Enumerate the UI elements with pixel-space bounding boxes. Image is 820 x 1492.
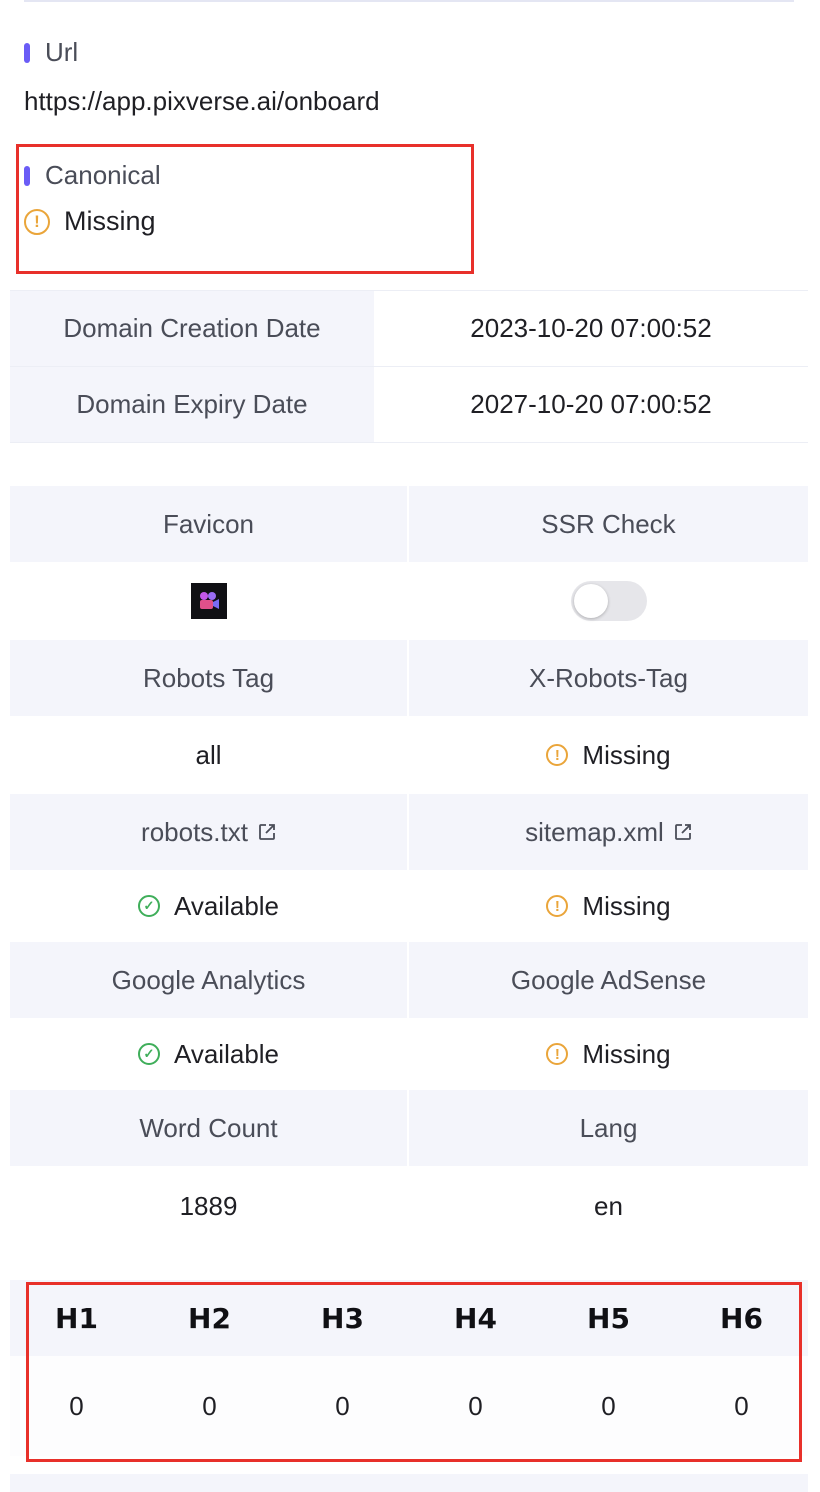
google-adsense-cell: ! Missing xyxy=(409,1018,808,1090)
warning-circle-icon: ! xyxy=(546,744,569,766)
next-table-header xyxy=(10,1474,808,1492)
table-row: Favicon SSR Check xyxy=(10,486,808,562)
domain-creation-value: 2023-10-20 07:00:52 xyxy=(374,291,808,366)
robots-tag-value: all xyxy=(10,716,407,794)
accent-bar xyxy=(24,42,30,63)
x-robots-tag-cell: ! Missing xyxy=(409,716,808,794)
ssr-check-label: SSR Check xyxy=(409,486,808,562)
robots-txt-label: robots.txt xyxy=(141,816,248,847)
domain-expiry-value: 2027-10-20 07:00:52 xyxy=(374,367,808,442)
sitemap-label: sitemap.xml xyxy=(525,816,664,847)
robots-txt-link[interactable]: robots.txt xyxy=(10,794,407,870)
sitemap-link[interactable]: sitemap.xml xyxy=(409,794,808,870)
google-adsense-status: Missing xyxy=(582,1038,671,1069)
robots-txt-status: Available xyxy=(173,890,280,921)
table-row: ✓ Available ! Missing xyxy=(10,870,808,942)
google-analytics-cell: ✓ Available xyxy=(10,1018,407,1090)
word-count-value: 1889 xyxy=(10,1166,407,1246)
word-count-label: Word Count xyxy=(10,1090,407,1166)
domain-dates-table: Domain Creation Date 2023-10-20 07:00:52… xyxy=(10,290,808,443)
robots-txt-cell: ✓ Available xyxy=(10,870,407,942)
ssr-cell xyxy=(409,562,808,640)
table-row: Robots Tag X-Robots-Tag xyxy=(10,640,808,716)
warning-circle-icon: ! xyxy=(546,1043,569,1065)
robots-tag-label: Robots Tag xyxy=(10,640,407,716)
favicon-image xyxy=(190,583,227,619)
warning-circle-icon: ! xyxy=(546,895,569,917)
external-link-icon xyxy=(674,824,691,840)
ssr-toggle[interactable] xyxy=(570,581,647,621)
sitemap-status: Missing xyxy=(582,890,671,921)
table-row: ✓ Available ! Missing xyxy=(10,1018,808,1090)
google-adsense-label: Google AdSense xyxy=(409,942,808,1018)
url-value: https://app.pixverse.ai/onboard xyxy=(24,86,380,116)
favicon-cell xyxy=(10,562,407,640)
table-row: all ! Missing xyxy=(10,716,808,794)
table-row: 1889 en xyxy=(10,1166,808,1246)
table-row: Domain Expiry Date 2027-10-20 07:00:52 xyxy=(10,367,808,443)
highlight-box-canonical xyxy=(16,144,474,274)
check-circle-icon: ✓ xyxy=(137,1043,160,1065)
x-robots-status: Missing xyxy=(582,739,671,770)
table-row: Word Count Lang xyxy=(10,1090,808,1166)
url-label: Url xyxy=(45,37,79,67)
url-section-label: Url xyxy=(24,37,78,68)
google-analytics-label: Google Analytics xyxy=(10,942,407,1018)
highlight-box-headings xyxy=(26,1282,802,1462)
external-link-icon xyxy=(259,824,275,840)
lang-label: Lang xyxy=(409,1090,808,1166)
table-row: Google Analytics Google AdSense xyxy=(10,942,808,1018)
table-row: robots.txt sitemap.xml xyxy=(10,794,808,870)
table-row xyxy=(10,562,808,640)
sitemap-cell: ! Missing xyxy=(409,870,808,942)
lang-value: en xyxy=(409,1166,808,1246)
google-analytics-status: Available xyxy=(173,1038,280,1069)
domain-creation-label: Domain Creation Date xyxy=(10,291,374,366)
table-row: Domain Creation Date 2023-10-20 07:00:52 xyxy=(10,291,808,367)
check-circle-icon: ✓ xyxy=(137,895,160,917)
domain-expiry-label: Domain Expiry Date xyxy=(10,367,374,442)
seo-check-grid: Favicon SSR Check Robots Tag X-Robots-Ta… xyxy=(10,486,808,1246)
x-robots-tag-label: X-Robots-Tag xyxy=(409,640,808,716)
favicon-label: Favicon xyxy=(10,486,407,562)
top-divider xyxy=(24,0,794,2)
